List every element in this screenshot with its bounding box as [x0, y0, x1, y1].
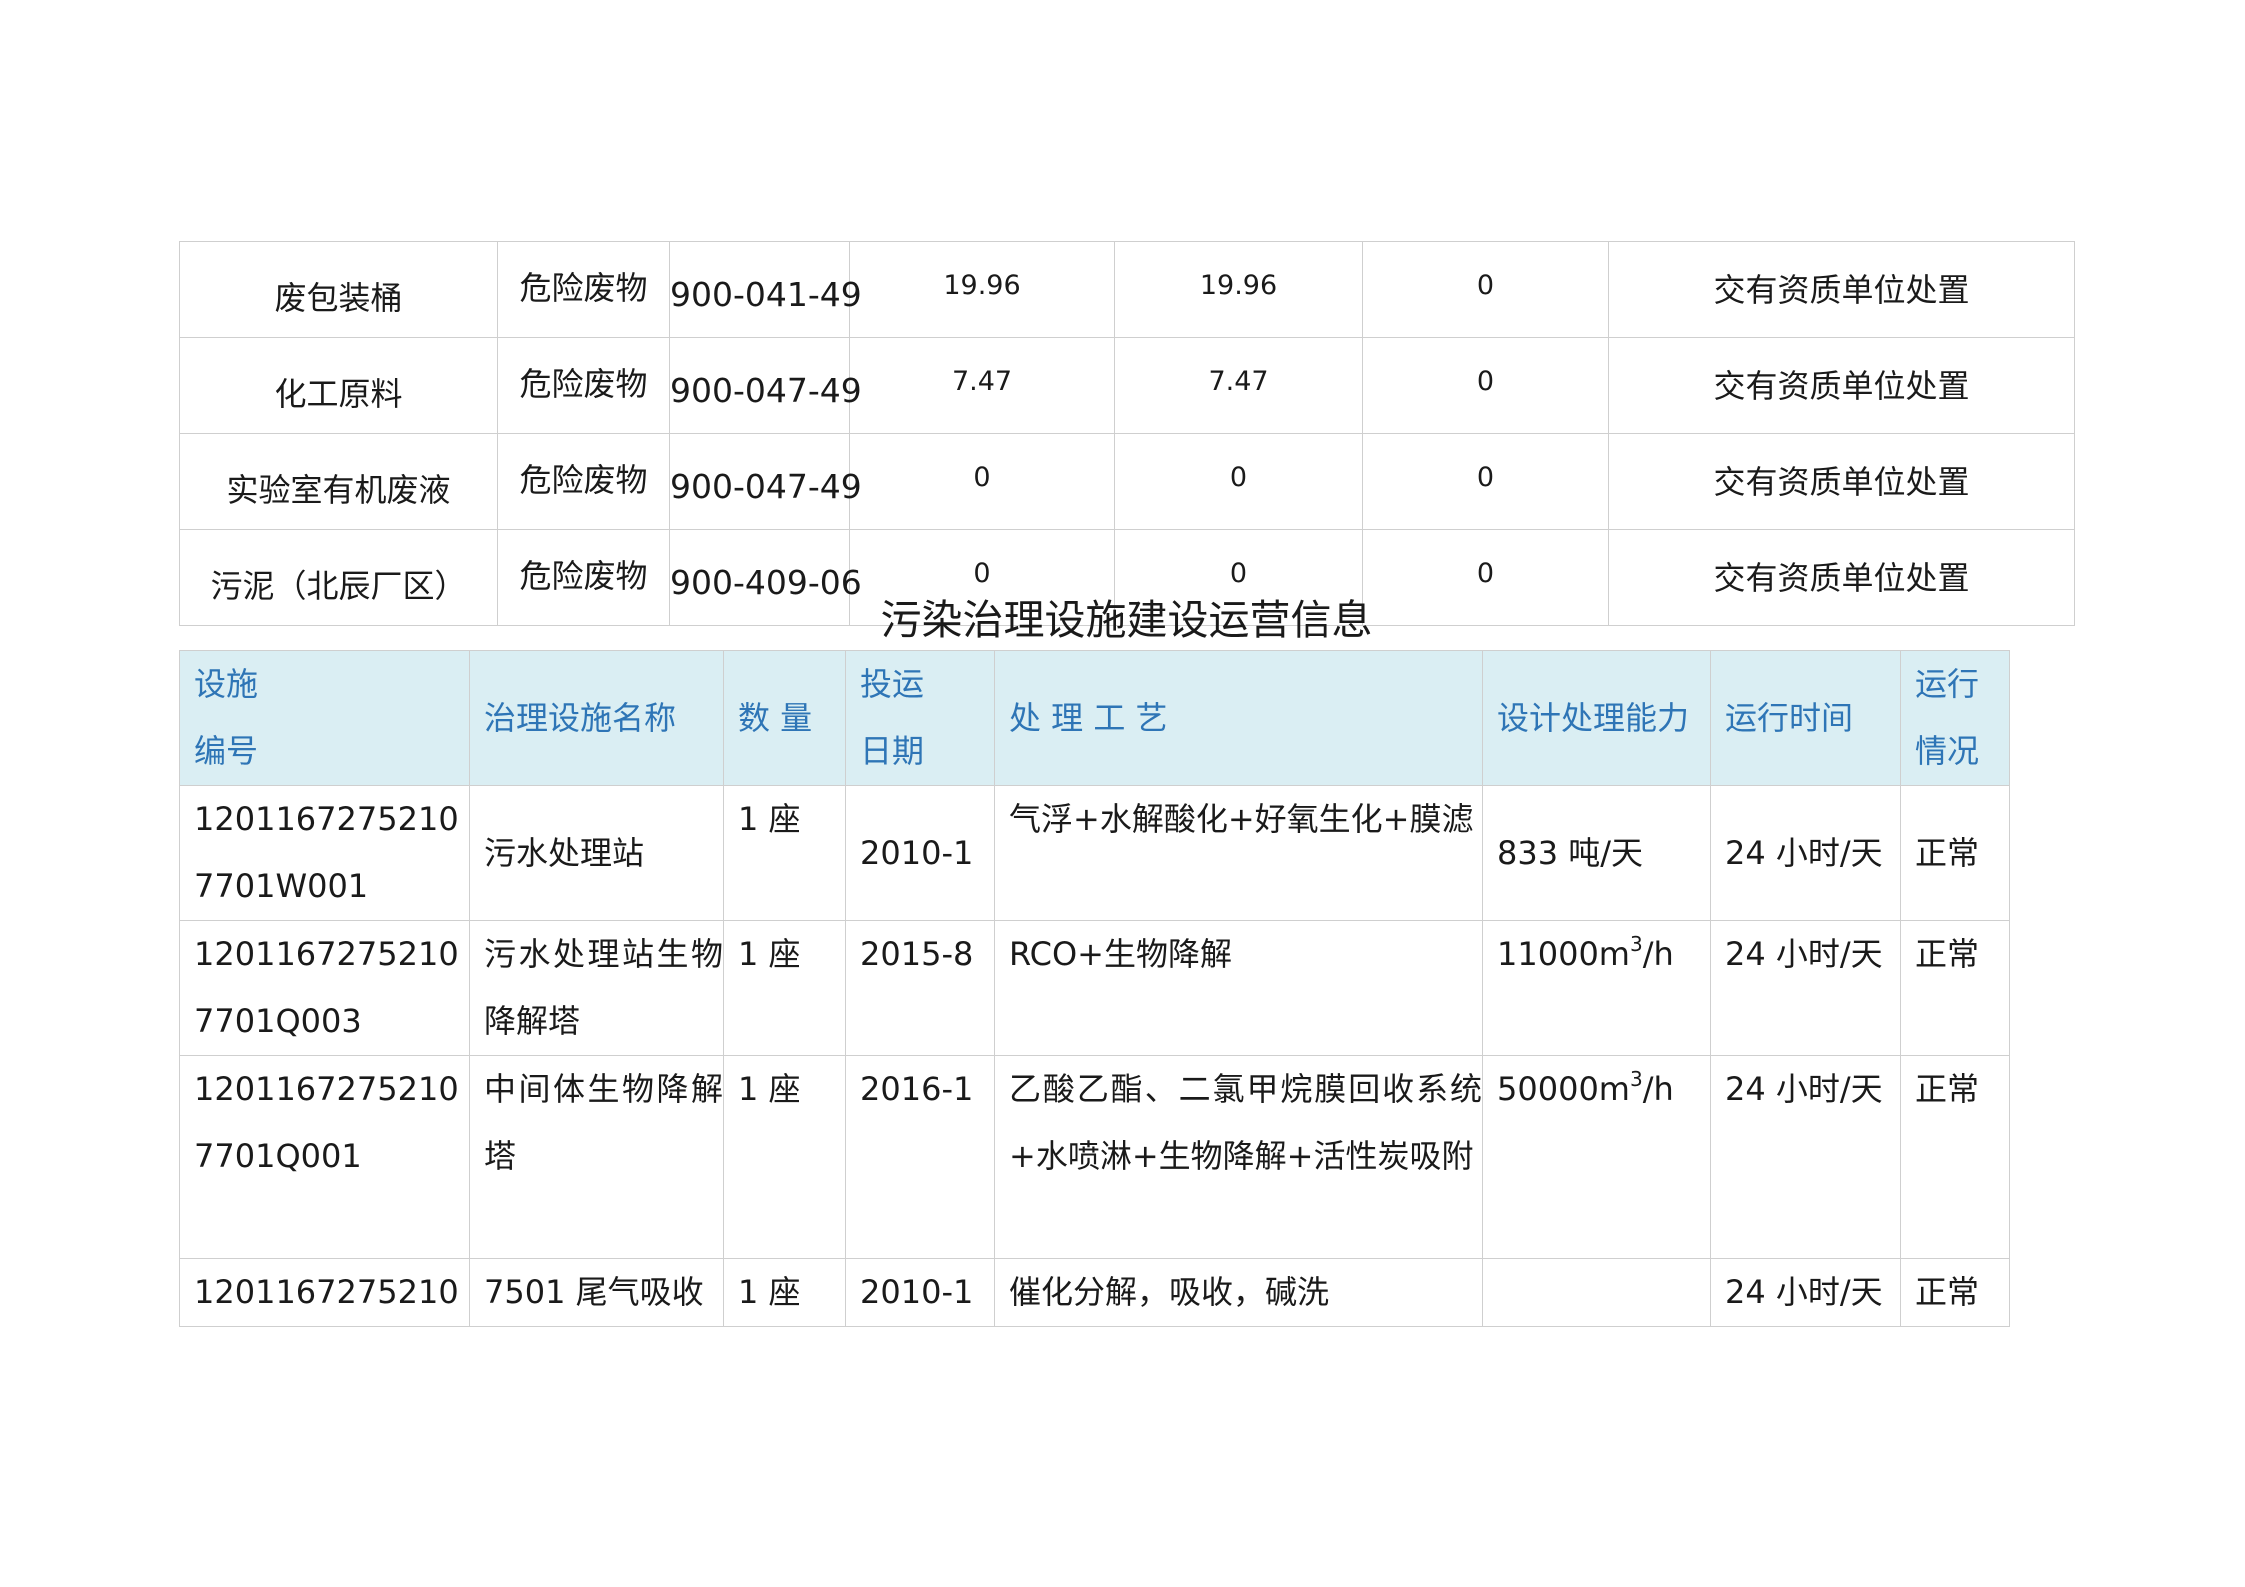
facility-quantity: 1 座 [723, 785, 846, 921]
facility-date: 2010-1 [845, 785, 995, 921]
waste-code: 900-047-49 [669, 337, 862, 434]
facility-id-line1: 1201167275210 [194, 1070, 459, 1108]
facility-runtime: 24 小时/天 [1710, 1055, 1901, 1259]
facility-runtime: 24 小时/天 [1710, 1258, 1901, 1327]
facility-id: 1201167275210 [179, 1258, 470, 1327]
header-commission-date-line1: 投运 [860, 665, 925, 703]
pollution-facility-table: 设施 编号 治理设施名称 数 量 投运 日期 处 理 工 艺 设计处理能力 运行… [179, 650, 2010, 1327]
header-facility-id-line2: 编号 [194, 732, 259, 770]
waste-disposal-method: 交有资质单位处置 [1608, 337, 2075, 434]
waste-generated: 7.47 [849, 337, 1115, 434]
facility-id: 1201167275210 7701Q003 [179, 920, 470, 1056]
facility-status: 正常 [1900, 785, 2010, 921]
waste-category: 危险废物 [497, 337, 670, 434]
waste-generated: 19.96 [849, 241, 1115, 338]
section-title: 污染治理设施建设运营信息 [880, 596, 1373, 644]
header-running-time: 运行时间 [1710, 650, 1901, 786]
waste-category: 危险废物 [497, 241, 670, 338]
facility-id-line1: 1201167275210 [194, 800, 459, 838]
header-running-status: 运行 情况 [1900, 650, 2010, 786]
capacity-exponent: 3 [1629, 932, 1643, 956]
facility-id-line2: 7701W001 [194, 867, 369, 905]
facility-name: 7501 尾气吸收 [469, 1258, 724, 1327]
waste-row: 废包装桶 危险废物 900-041-49 19.96 19.96 0 交有资质单… [179, 241, 2075, 338]
table-row: 1201167275210 7701Q001 中间体生物降解塔 1 座 2016… [179, 1055, 2010, 1259]
waste-name: 化工原料 [179, 337, 498, 434]
facility-capacity: 833 吨/天 [1482, 785, 1711, 921]
facility-id: 1201167275210 7701Q001 [179, 1055, 470, 1259]
facility-capacity [1482, 1258, 1711, 1327]
header-commission-date-line2: 日期 [860, 732, 925, 770]
waste-row: 实验室有机废液 危险废物 900-047-49 0 0 0 交有资质单位处置 [179, 433, 2075, 530]
facility-name: 污水处理站生物降解塔 [469, 920, 724, 1056]
capacity-value: 833 吨/天 [1497, 833, 1644, 872]
header-design-capacity: 设计处理能力 [1482, 650, 1711, 786]
facility-status: 正常 [1900, 920, 2010, 1056]
facility-date: 2010-1 [845, 1258, 995, 1327]
waste-disposed: 7.47 [1114, 337, 1363, 434]
facility-status: 正常 [1900, 1258, 2010, 1327]
facility-id: 1201167275210 7701W001 [179, 785, 470, 921]
waste-row: 化工原料 危险废物 900-047-49 7.47 7.47 0 交有资质单位处… [179, 337, 2075, 434]
waste-code: 900-047-49 [669, 433, 862, 530]
table-header-row: 设施 编号 治理设施名称 数 量 投运 日期 处 理 工 艺 设计处理能力 运行… [179, 650, 2010, 786]
header-facility-name: 治理设施名称 [469, 650, 724, 786]
facility-date: 2015-8 [845, 920, 995, 1056]
header-process: 处 理 工 艺 [994, 650, 1483, 786]
facility-id-line2: 7701Q003 [194, 1002, 362, 1040]
facility-process: 气浮+水解酸化+好氧生化+膜滤 [994, 785, 1483, 921]
waste-name: 废包装桶 [179, 241, 498, 338]
header-commission-date: 投运 日期 [845, 650, 995, 786]
header-quantity: 数 量 [723, 650, 846, 786]
facility-date: 2016-1 [845, 1055, 995, 1259]
facility-runtime: 24 小时/天 [1710, 785, 1901, 921]
capacity-exponent: 3 [1629, 1067, 1643, 1091]
table-row: 1201167275210 7501 尾气吸收 1 座 2010-1 催化分解，… [179, 1258, 2010, 1327]
waste-stored: 0 [1362, 337, 1609, 434]
header-facility-id-line1: 设施 [194, 665, 259, 703]
facility-process: 乙酸乙酯、二氯甲烷膜回收系统+水喷淋+生物降解+活性炭吸附 [994, 1055, 1483, 1259]
facility-status: 正常 [1900, 1055, 2010, 1259]
capacity-unit: /h [1642, 935, 1674, 973]
header-running-status-line1: 运行 [1915, 665, 1980, 703]
facility-id-line2: 7701Q001 [194, 1137, 362, 1175]
table-row: 1201167275210 7701W001 污水处理站 1 座 2010-1 … [179, 785, 2010, 921]
facility-quantity: 1 座 [723, 1258, 846, 1327]
waste-disposal-method: 交有资质单位处置 [1608, 241, 2075, 338]
facility-capacity: 11000m3/h [1482, 920, 1711, 1056]
facility-process: RCO+生物降解 [994, 920, 1483, 1056]
header-facility-id: 设施 编号 [179, 650, 470, 786]
capacity-unit: /h [1642, 1070, 1674, 1108]
facility-process: 催化分解，吸收，碱洗 [994, 1258, 1483, 1327]
facility-id-line1: 1201167275210 [194, 935, 459, 973]
waste-code: 900-041-49 [669, 241, 862, 338]
facility-capacity: 50000m3/h [1482, 1055, 1711, 1259]
capacity-value: 50000m [1497, 1070, 1630, 1108]
facility-id-line1: 1201167275210 [194, 1273, 459, 1311]
facility-quantity: 1 座 [723, 920, 846, 1056]
header-running-status-line2: 情况 [1915, 732, 1980, 770]
hazardous-waste-table: 废包装桶 危险废物 900-041-49 19.96 19.96 0 交有资质单… [179, 241, 2075, 626]
waste-category: 危险废物 [497, 433, 670, 530]
waste-disposed: 19.96 [1114, 241, 1363, 338]
waste-disposal-method: 交有资质单位处置 [1608, 433, 2075, 530]
waste-name: 实验室有机废液 [179, 433, 498, 530]
facility-name: 中间体生物降解塔 [469, 1055, 724, 1259]
waste-disposed: 0 [1114, 433, 1363, 530]
table-row: 1201167275210 7701Q003 污水处理站生物降解塔 1 座 20… [179, 920, 2010, 1056]
facility-name: 污水处理站 [469, 785, 724, 921]
waste-generated: 0 [849, 433, 1115, 530]
capacity-value: 11000m [1497, 935, 1630, 973]
facility-runtime: 24 小时/天 [1710, 920, 1901, 1056]
facility-quantity: 1 座 [723, 1055, 846, 1259]
waste-stored: 0 [1362, 433, 1609, 530]
waste-stored: 0 [1362, 241, 1609, 338]
